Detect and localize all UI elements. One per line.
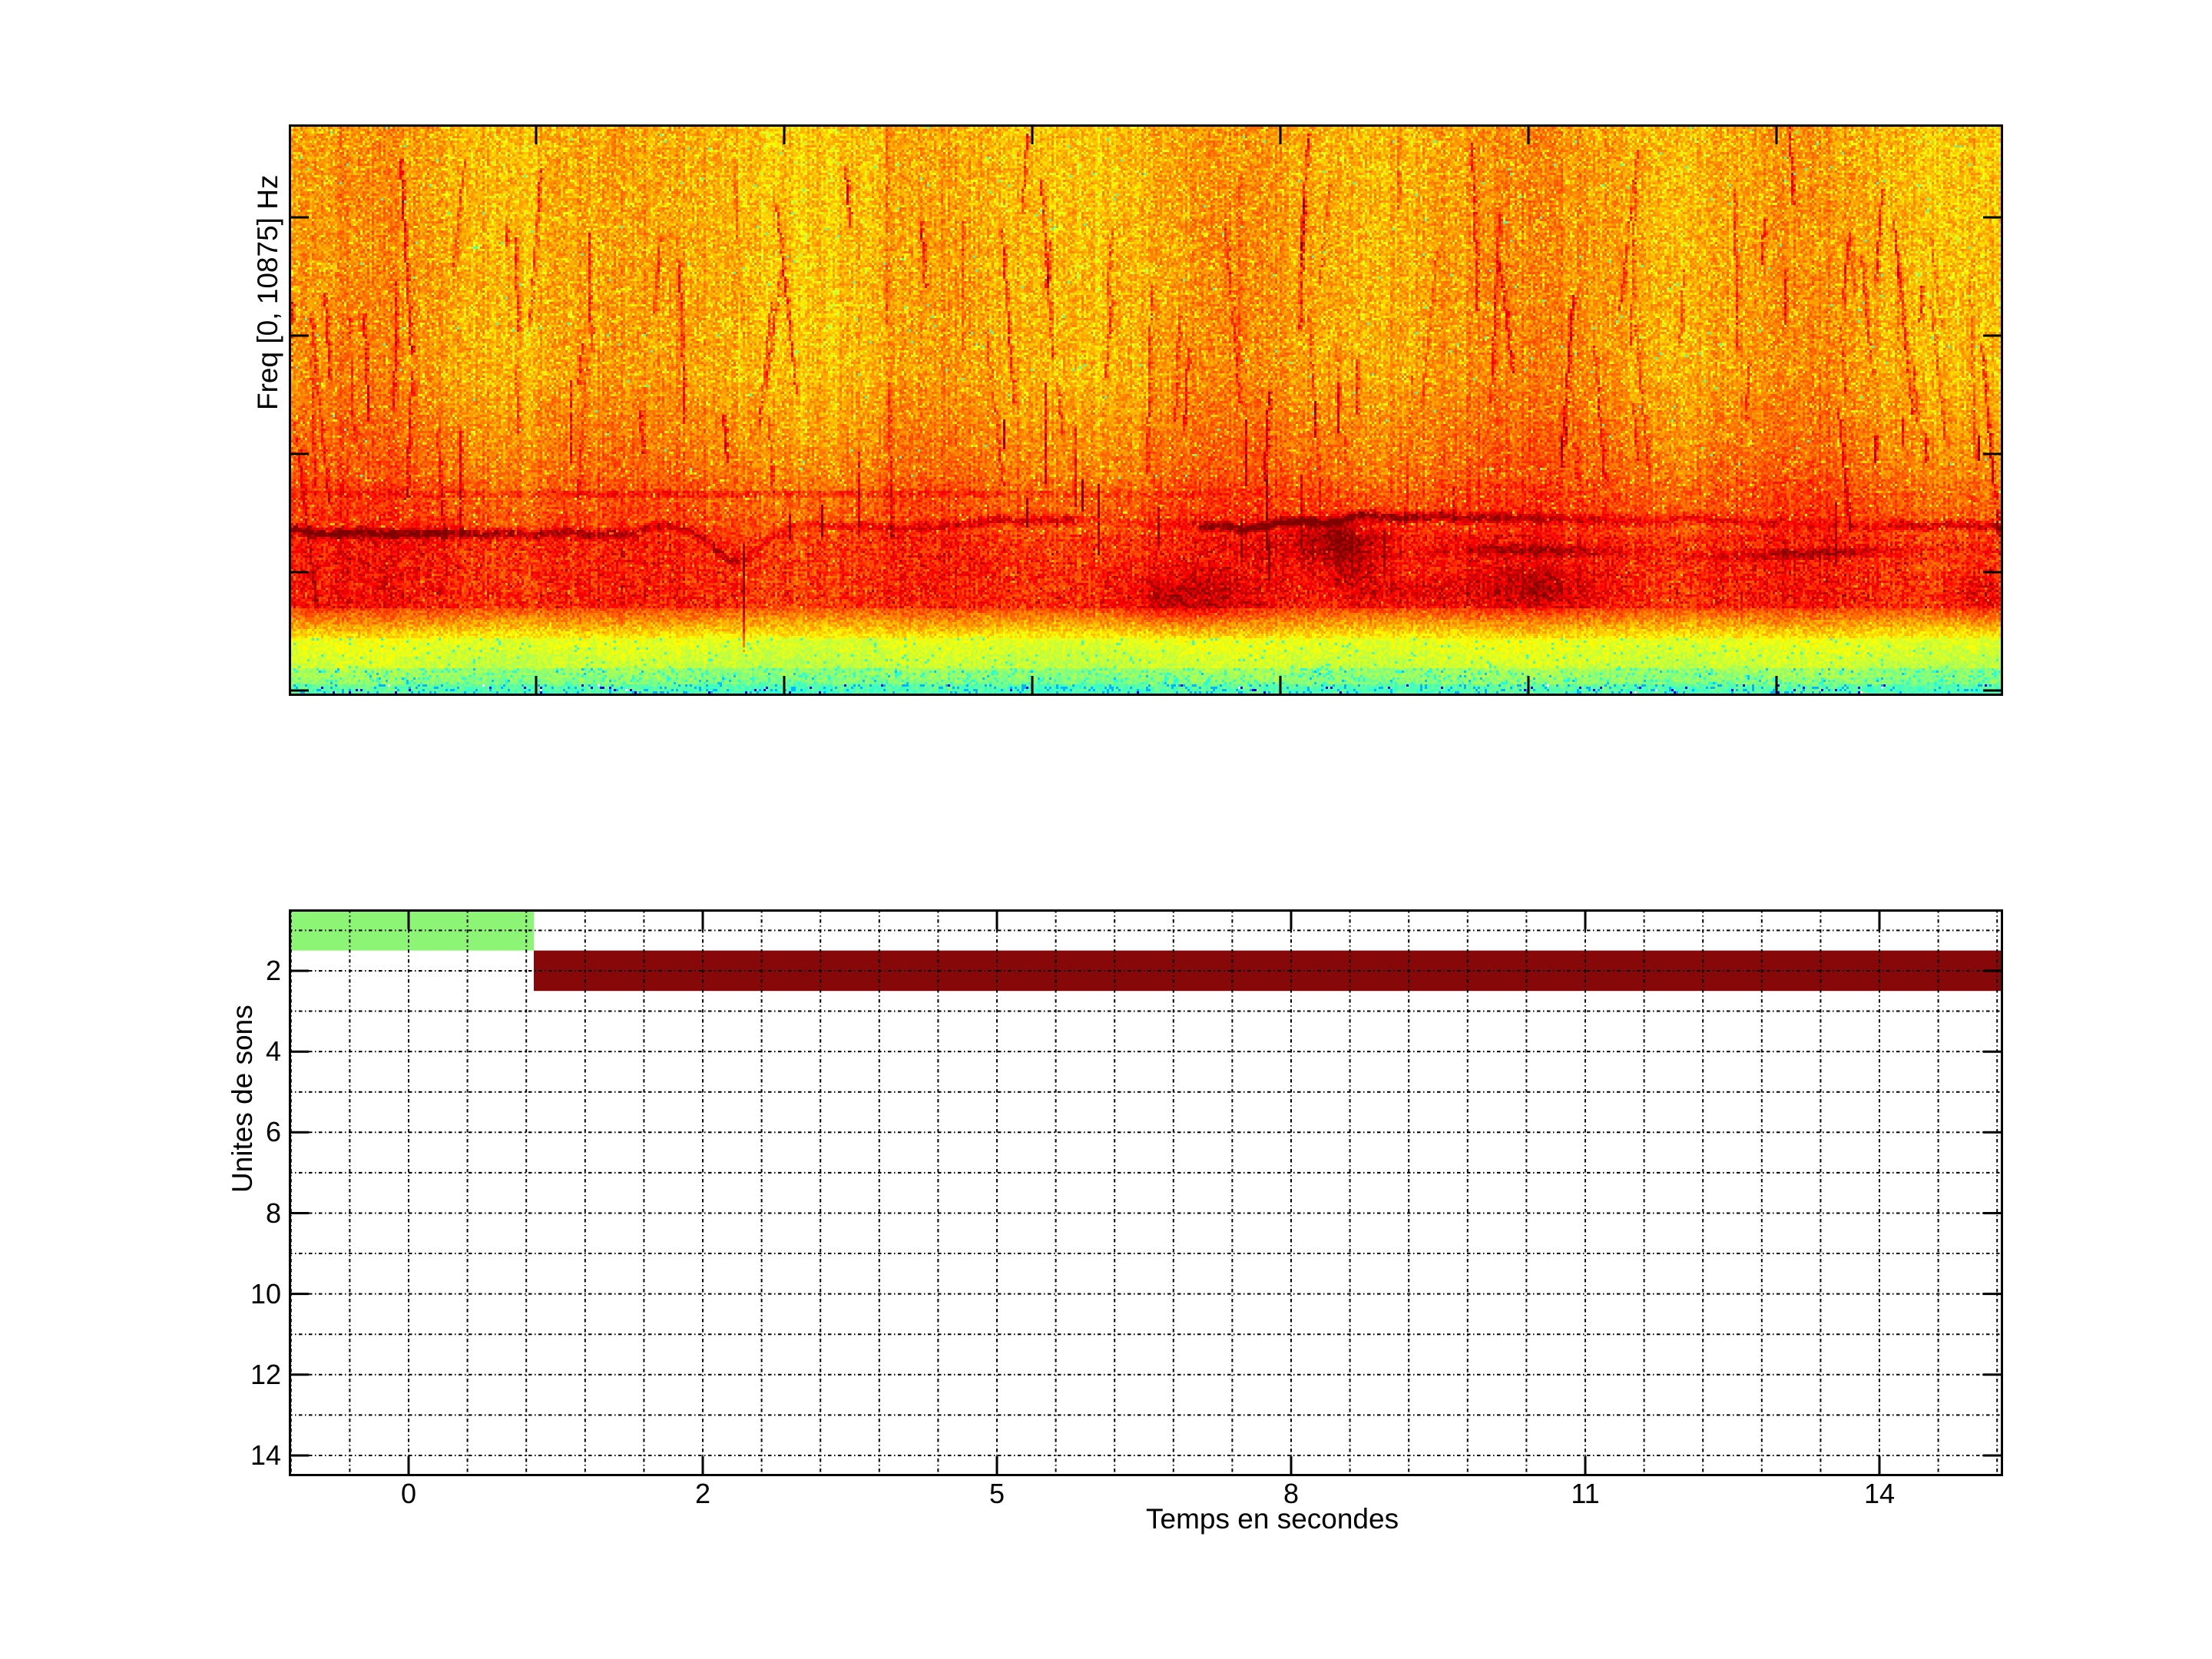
y-tick-label-10: 10 bbox=[250, 1277, 281, 1310]
y-tick-label-4: 4 bbox=[265, 1035, 281, 1068]
y-tick-label-14: 14 bbox=[250, 1439, 281, 1471]
units-plot-svg bbox=[289, 909, 2003, 1476]
y-tick-label-6: 6 bbox=[265, 1116, 281, 1148]
y-tick-label-2: 2 bbox=[265, 955, 281, 986]
y-tick-label-8: 8 bbox=[265, 1197, 281, 1229]
spectrogram-plot-area bbox=[289, 124, 2003, 696]
spectrogram-frame bbox=[289, 124, 2003, 696]
units-plot-frame bbox=[289, 909, 2003, 1476]
x-tick-label-14: 14 bbox=[1863, 1478, 1896, 1509]
x-tick-label-5: 5 bbox=[988, 1478, 1005, 1509]
y-tick-label-12: 12 bbox=[250, 1358, 281, 1390]
units-plot-area bbox=[289, 909, 2003, 1476]
matlab-figure: Freq [0, 10875] Hz Unites de sons Temps … bbox=[0, 0, 2212, 1659]
spectrogram-axes bbox=[289, 124, 2003, 696]
x-tick-label-11: 11 bbox=[1571, 1478, 1600, 1509]
x-tick-label-0: 0 bbox=[400, 1478, 417, 1509]
x-tick-label-2: 2 bbox=[694, 1478, 711, 1509]
x-tick-label-8: 8 bbox=[1283, 1478, 1300, 1509]
